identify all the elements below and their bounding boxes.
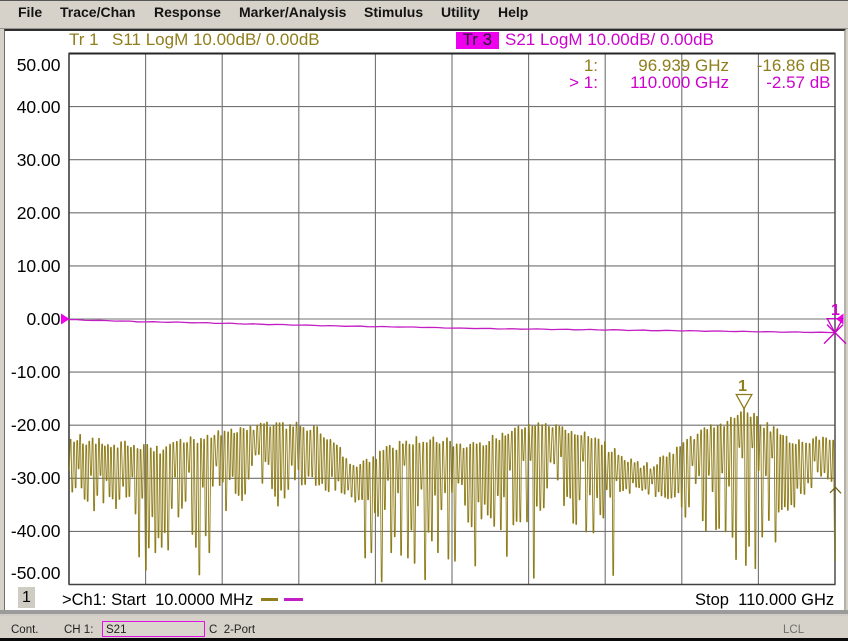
- y-axis-label: 40.00: [0, 98, 61, 116]
- status-remote-lcl: LCL: [783, 624, 804, 636]
- trace3-settings[interactable]: S21 LogM 10.00dB/ 0.00dB: [505, 30, 714, 50]
- status-calibration: C 2-Port: [209, 624, 255, 636]
- channel-start-annotation[interactable]: >Ch1: Start 10.0000 MHz: [62, 591, 253, 610]
- y-axis-label: -20.00: [0, 416, 61, 434]
- channel-number-label: 1: [18, 587, 35, 608]
- marker-number-readout: > 1:: [528, 74, 598, 92]
- marker-triangle-s11[interactable]: [736, 395, 752, 409]
- y-axis-label: 30.00: [0, 151, 61, 169]
- marker-frequency-readout: 110.000 GHz: [598, 74, 729, 92]
- stop-frequency-annotation[interactable]: Stop 110.000 GHz: [695, 591, 834, 610]
- sweep-status: Cont.: [11, 624, 39, 636]
- trace3-label-highlighted[interactable]: Tr 3: [456, 32, 499, 49]
- y-axis-label: -50.00: [0, 564, 61, 582]
- y-axis-label: -40.00: [0, 522, 61, 540]
- y-axis-label: 0.00: [0, 310, 61, 328]
- trace3-legend-dash: [284, 598, 303, 601]
- marker-number-label: 1: [738, 378, 747, 395]
- y-axis-label: 10.00: [0, 257, 61, 275]
- plot-canvas: 11: [0, 0, 848, 641]
- y-axis-label: -30.00: [0, 469, 61, 487]
- y-axis-label: 50.00: [0, 56, 61, 74]
- marker-value-readout: -2.57 dB: [729, 74, 831, 92]
- marker-frequency-readout: 96.939 GHz: [598, 57, 729, 75]
- trace1-label[interactable]: Tr 1: [69, 30, 99, 50]
- status-measurement: S21: [106, 624, 126, 636]
- trace1-settings[interactable]: S11 LogM 10.00dB/ 0.00dB: [112, 30, 320, 50]
- y-axis-label: 20.00: [0, 204, 61, 222]
- channel-number-button[interactable]: 1: [18, 587, 35, 608]
- marker-number-label: 1: [831, 302, 840, 319]
- marker-number-readout: 1:: [528, 57, 598, 75]
- status-channel-label: CH 1:: [64, 624, 93, 636]
- trace3-label-text: Tr 3: [456, 32, 499, 49]
- y-axis-label: -10.00: [0, 363, 61, 381]
- marker-value-readout: -16.86 dB: [729, 57, 831, 75]
- trace1-legend-dash: [261, 598, 278, 601]
